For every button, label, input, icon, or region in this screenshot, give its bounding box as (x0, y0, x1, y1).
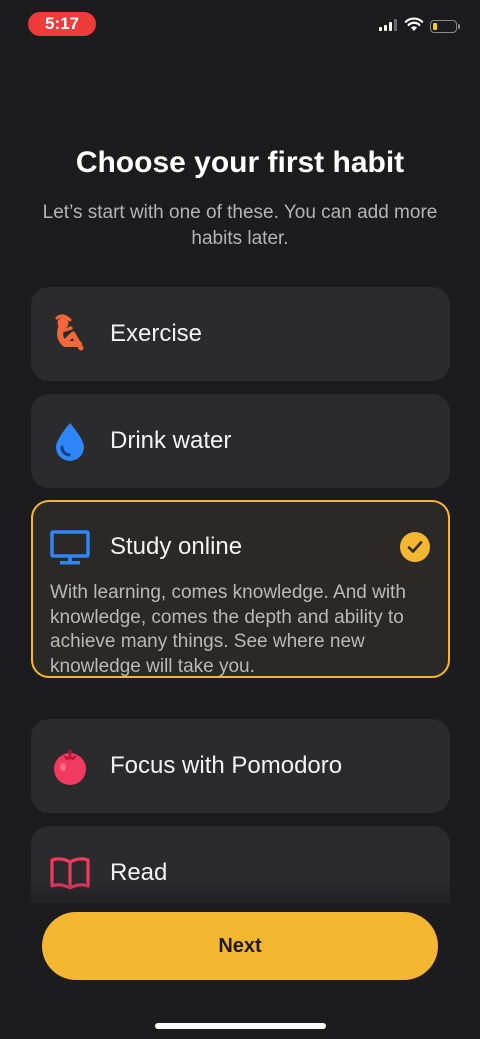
habit-label: Exercise (110, 320, 203, 347)
habit-label: Drink water (110, 427, 232, 454)
habit-card-study-online[interactable]: Study online With learning, comes knowle… (31, 500, 450, 678)
cellular-signal-icon (379, 19, 397, 31)
status-time: 5:17 (28, 12, 96, 36)
monitor-icon (49, 527, 91, 567)
habit-card-exercise[interactable]: Exercise (31, 287, 450, 381)
page-subtitle: Let’s start with one of these. You can a… (42, 202, 438, 249)
habit-card-pomodoro[interactable]: Focus with Pomodoro (31, 719, 450, 813)
status-bar: 5:17 (0, 0, 480, 48)
habit-card-drink-water[interactable]: Drink water (31, 394, 450, 488)
checkmark-icon (400, 532, 430, 562)
habit-list[interactable]: Exercise Drink water Study online With l… (31, 287, 450, 903)
battery-icon (430, 20, 460, 33)
wifi-icon (404, 17, 424, 31)
page-title: Choose your first habit (75, 146, 405, 179)
habit-description: With learning, comes knowledge. And with… (50, 582, 406, 677)
next-button[interactable]: Next (42, 912, 438, 980)
home-indicator[interactable] (155, 1023, 326, 1029)
tomato-icon (49, 746, 91, 786)
exercise-icon (49, 314, 91, 354)
habit-label: Study online (110, 533, 243, 560)
habit-label: Focus with Pomodoro (110, 752, 343, 779)
water-drop-icon (49, 421, 91, 461)
